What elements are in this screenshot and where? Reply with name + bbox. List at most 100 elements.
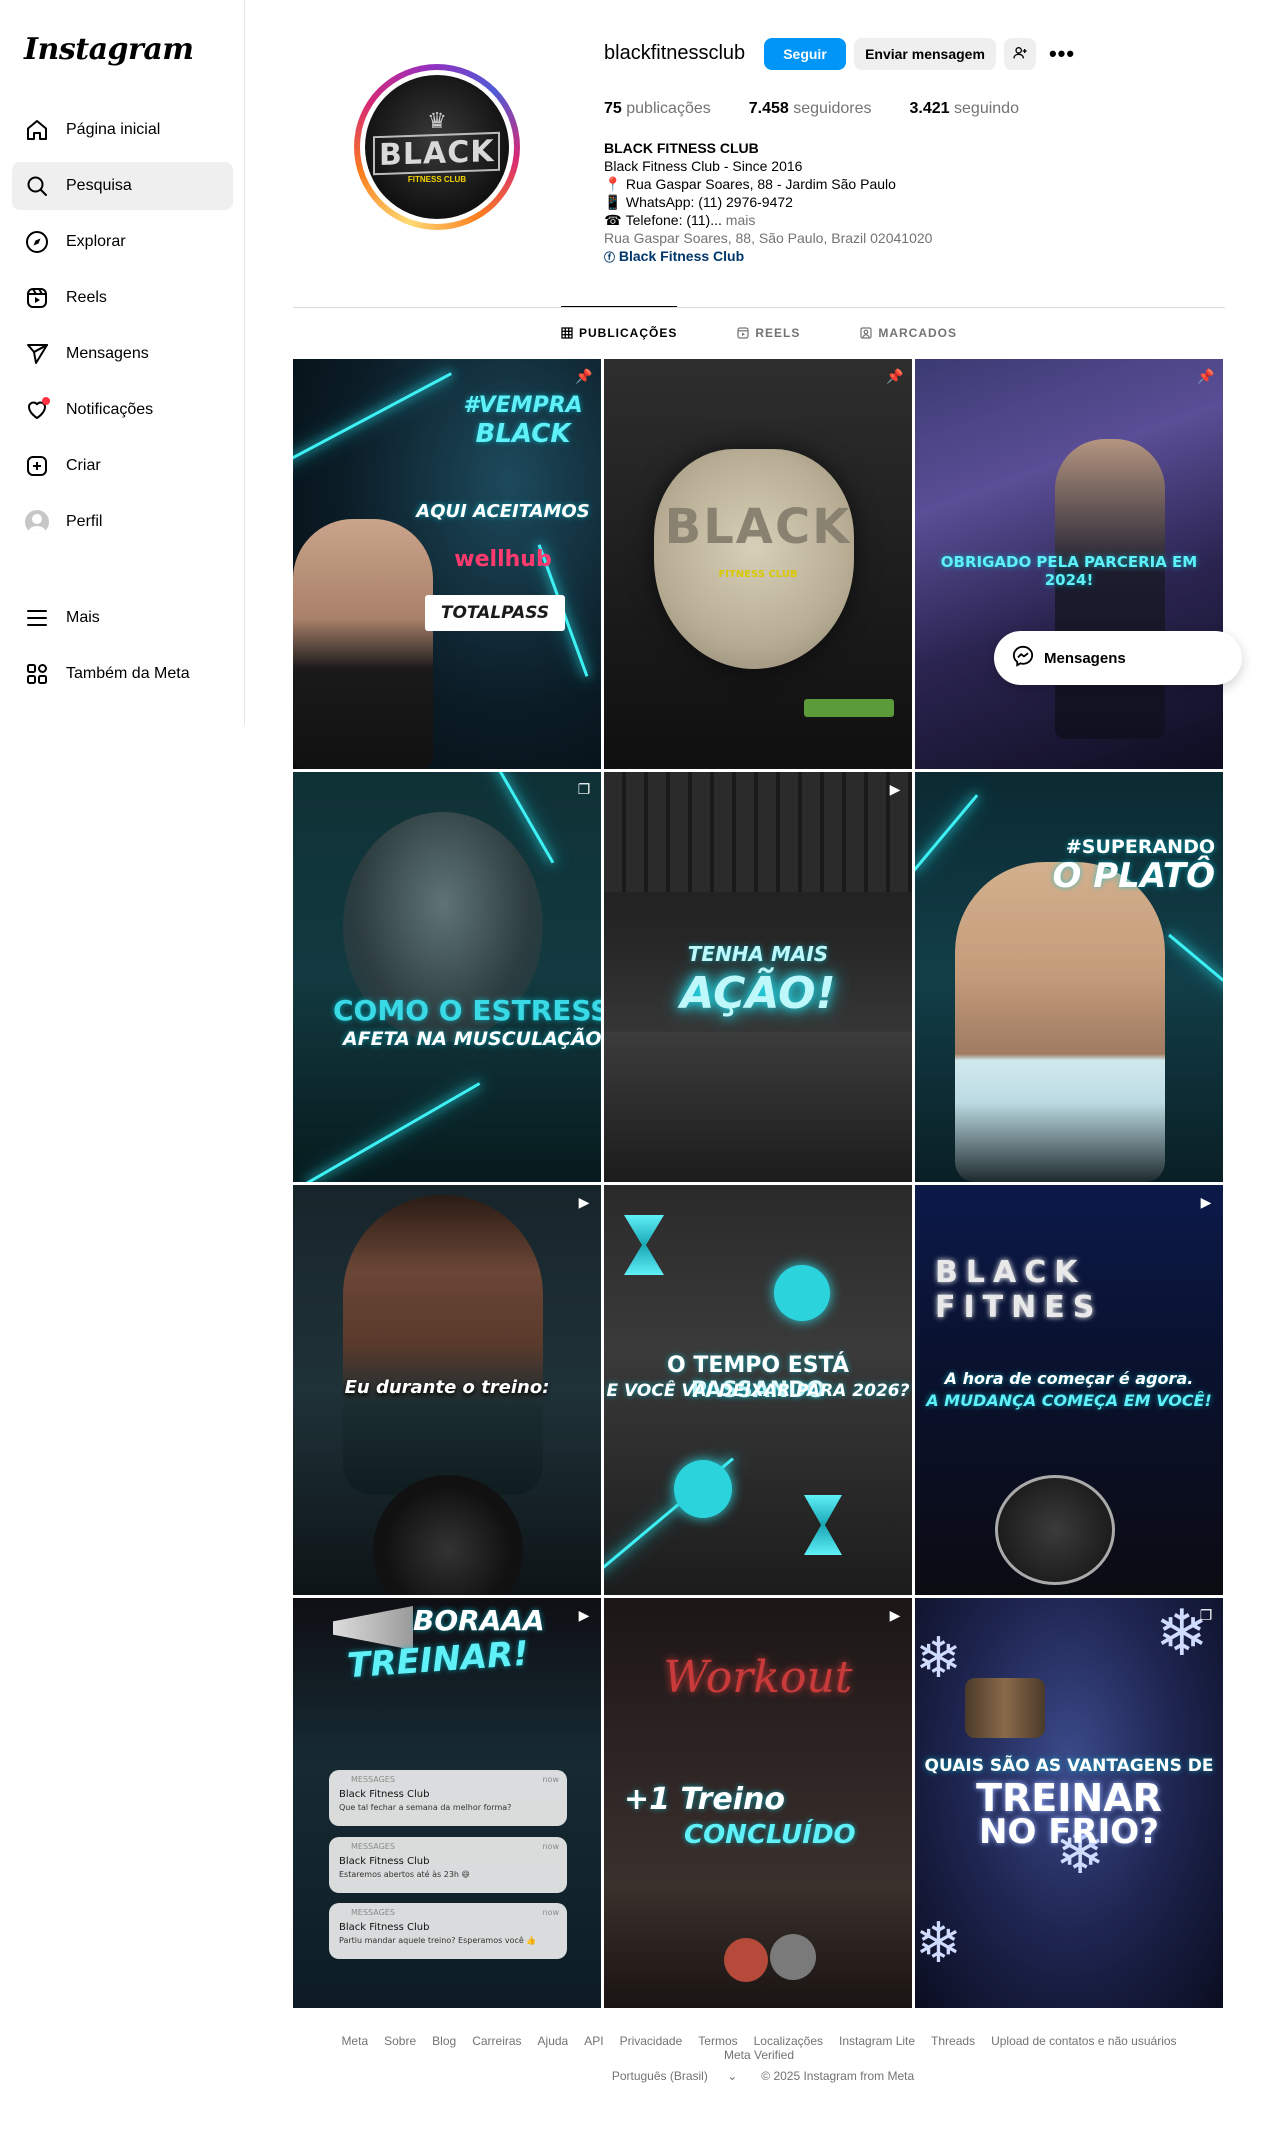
- instagram-logo[interactable]: Instagram: [24, 32, 194, 67]
- add-person-icon: [1012, 45, 1028, 64]
- wellhub-logo-text: wellhub: [454, 547, 552, 572]
- post-headline-text: AQUI ACEITAMOS: [416, 501, 590, 522]
- tab-label: MARCADOS: [878, 326, 958, 340]
- bio-facebook-link[interactable]: ⓕ Black Fitness Club: [604, 247, 932, 267]
- sidebar-item-reels[interactable]: Reels: [12, 274, 233, 322]
- sidebar-item-create[interactable]: Criar: [12, 442, 233, 490]
- tab-tagged[interactable]: MARCADOS: [860, 307, 957, 359]
- notification-time: now: [542, 1775, 559, 1784]
- footer-link[interactable]: Threads: [931, 2034, 975, 2048]
- footer-link[interactable]: Termos: [698, 2034, 737, 2048]
- reel-icon: ▶: [578, 1606, 590, 1623]
- tagged-icon: [860, 327, 872, 339]
- post-headline-text: NO FRIO?: [979, 1812, 1159, 1852]
- post-tile[interactable]: ❐ COMO O ESTRESS AFETA NA MUSCULAÇÃO!: [293, 772, 601, 1182]
- suggested-users-button[interactable]: [1004, 38, 1036, 70]
- footer-link[interactable]: Sobre: [384, 2034, 416, 2048]
- carousel-icon: ❐: [1199, 1606, 1213, 1623]
- footer-link[interactable]: Blog: [432, 2034, 456, 2048]
- sidebar-item-messages[interactable]: Mensagens: [12, 330, 233, 378]
- profile-bio: BLACK FITNESS CLUB Black Fitness Club - …: [604, 139, 932, 267]
- post-tile[interactable]: 📌 BLACK FITNESS CLUB: [604, 359, 912, 769]
- neon-line-decoration: [305, 1082, 481, 1182]
- sidebar-item-search[interactable]: Pesquisa: [12, 162, 233, 210]
- post-tile[interactable]: O TEMPO ESTÁ PASSANDO E VOCÊ VAI DEIXAR …: [604, 1185, 912, 1595]
- bio-more-link[interactable]: mais: [726, 212, 756, 228]
- tab-label: REELS: [755, 326, 801, 340]
- notification-time: now: [542, 1842, 559, 1851]
- more-options-button[interactable]: •••: [1046, 38, 1078, 70]
- posts-grid: 📌 #VEMPRA BLACK AQUI ACEITAMOS wellhub T…: [293, 359, 1223, 2008]
- follow-button[interactable]: Seguir: [764, 38, 846, 70]
- menu-icon: [24, 605, 50, 631]
- language-label: Português (Brasil): [611, 2069, 708, 2083]
- post-headline-text: AFETA NA MUSCULAÇÃO!: [343, 1028, 601, 1050]
- athlete-figure: [343, 1195, 543, 1495]
- search-icon: [24, 173, 50, 199]
- reel-icon: ▶: [1200, 1193, 1212, 1210]
- snowflake-icon: ❄: [915, 1911, 962, 1974]
- notification-app: MESSAGES: [351, 1842, 395, 1851]
- send-message-button[interactable]: Enviar mensagem: [854, 38, 996, 70]
- sidebar-item-profile[interactable]: Perfil: [12, 498, 233, 546]
- gym-wall-logo: [995, 1475, 1115, 1585]
- tab-posts[interactable]: PUBLICAÇÕES: [560, 306, 678, 359]
- post-headline-text: QUAIS SÃO AS VANTAGENS DE: [924, 1756, 1214, 1776]
- post-tile[interactable]: ▶ TENHA MAIS AÇÃO!: [604, 772, 912, 1182]
- plus-square-icon: [24, 453, 50, 479]
- notification-app: MESSAGES: [351, 1908, 395, 1917]
- sidebar-item-more[interactable]: Mais: [12, 594, 233, 642]
- post-tile[interactable]: ❐ ❄ ❄ ❄ ❄ QUAIS SÃO AS VANTAGENS DE TREI…: [915, 1598, 1223, 2008]
- compass-icon: [24, 229, 50, 255]
- sidebar-item-label: Notificações: [66, 401, 154, 418]
- footer-link[interactable]: Carreiras: [472, 2034, 521, 2048]
- messages-floating-button[interactable]: Mensagens: [994, 631, 1242, 685]
- tab-reels[interactable]: REELS: [737, 307, 800, 359]
- clock-icon: [674, 1460, 732, 1518]
- sidebar-item-explore[interactable]: Explorar: [12, 218, 233, 266]
- footer-link[interactable]: Meta Verified: [724, 2048, 794, 2062]
- post-tile[interactable]: #SUPERANDO O PLATÔ: [915, 772, 1223, 1182]
- footer-link[interactable]: Localizações: [754, 2034, 823, 2048]
- language-selector[interactable]: Português (Brasil) ⌄: [604, 2069, 745, 2083]
- post-tile[interactable]: ▶ Workout +1 Treino CONCLUÍDO: [604, 1598, 912, 2008]
- meta-apps-icon: [24, 661, 50, 687]
- post-caption-text: A hora de começar é agora.: [944, 1369, 1194, 1388]
- post-tile[interactable]: ▶ BLACK FITNES A hora de começar é agora…: [915, 1185, 1223, 1595]
- post-tile[interactable]: ▶ BORAAA TREINAR! MESSAGES now Black Fit…: [293, 1598, 601, 2008]
- following-stat[interactable]: 3.421 seguindo: [910, 100, 1019, 118]
- sidebar-nav: Página inicial Pesquisa Explorar Reels M…: [12, 106, 233, 554]
- footer-link[interactable]: API: [584, 2034, 603, 2048]
- footer-link[interactable]: Meta: [341, 2034, 368, 2048]
- bio-link-text: Black Fitness Club: [618, 248, 745, 264]
- footer-link[interactable]: Ajuda: [538, 2034, 569, 2048]
- notification-body: Partiu mandar aquele treino? Esperamos v…: [339, 1936, 537, 1945]
- followers-stat[interactable]: 7.458 seguidores: [749, 100, 872, 118]
- pin-icon: 📌: [575, 367, 593, 384]
- post-tile[interactable]: 📌 OBRIGADO PELA PARCERIA EM 2024!: [915, 359, 1223, 769]
- profile-avatar-ring[interactable]: ♛ BLACK FITNESS CLUB: [354, 64, 520, 230]
- avatar-logo-text: BLACK: [373, 131, 501, 176]
- footer-link[interactable]: Upload de contatos e não usuários: [991, 2034, 1176, 2048]
- sidebar-item-notifications[interactable]: Notificações: [12, 386, 233, 434]
- post-tile[interactable]: ▶ Eu durante o treino:: [293, 1185, 601, 1595]
- copyright-text: © 2025 Instagram from Meta: [761, 2069, 915, 2083]
- post-headline-text: TENHA MAIS: [687, 942, 829, 966]
- post-tile[interactable]: 📌 #VEMPRA BLACK AQUI ACEITAMOS wellhub T…: [293, 359, 601, 769]
- sidebar-item-label: Pesquisa: [66, 177, 132, 194]
- athlete-figure: [1055, 439, 1165, 739]
- profile-tabs: PUBLICAÇÕES REELS MARCADOS: [293, 306, 1225, 359]
- sidebar-item-meta[interactable]: Também da Meta: [12, 650, 233, 698]
- messenger-icon: [1012, 645, 1034, 672]
- footer-link[interactable]: Privacidade: [620, 2034, 683, 2048]
- avatar-logo-subtext: FITNESS CLUB: [407, 175, 467, 184]
- footer-bottom: Português (Brasil) ⌄ © 2025 Instagram fr…: [293, 2069, 1225, 2083]
- post-headline-text: CONCLUÍDO: [684, 1820, 856, 1850]
- notification-app: MESSAGES: [351, 1775, 395, 1784]
- hourglass-icon: [624, 1215, 664, 1275]
- bio-location[interactable]: Rua Gaspar Soares, 88, São Paulo, Brazil…: [604, 229, 932, 247]
- telephone-icon: ☎: [604, 212, 622, 228]
- totalpass-logo-text: TOTALPASS: [440, 603, 550, 623]
- sidebar-item-home[interactable]: Página inicial: [12, 106, 233, 154]
- footer-link[interactable]: Instagram Lite: [839, 2034, 915, 2048]
